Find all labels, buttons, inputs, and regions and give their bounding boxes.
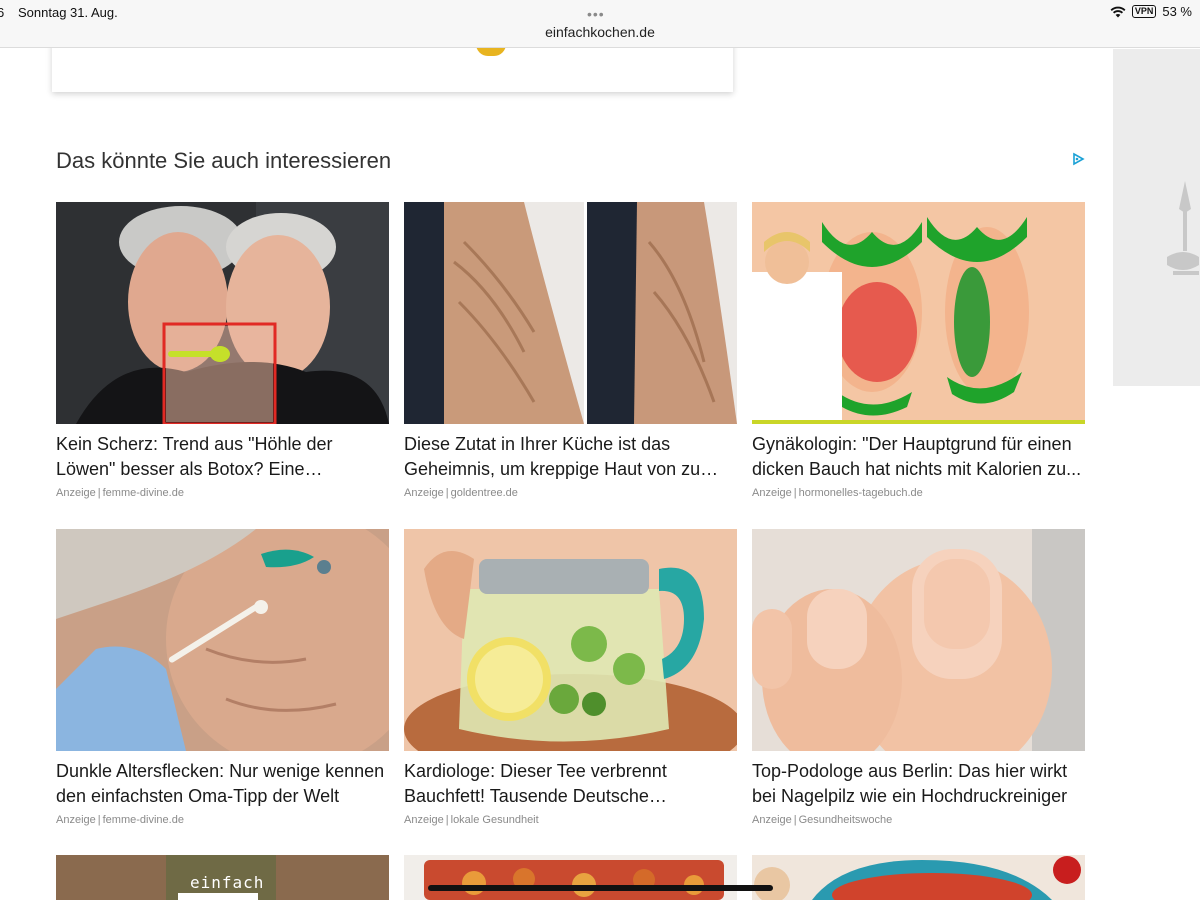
section-title: Das könnte Sie auch interessieren xyxy=(56,148,392,173)
article-image[interactable] xyxy=(752,202,1085,424)
battery-percentage: 53 % xyxy=(1162,4,1192,19)
article-source[interactable]: femme-divine.de xyxy=(103,814,184,826)
ad-label: Anzeige xyxy=(752,487,792,499)
article-image[interactable] xyxy=(56,529,389,751)
article-meta: Anzeige | hormonelles-tagebuch.de xyxy=(752,487,923,499)
article-meta: Anzeige | goldentree.de xyxy=(404,487,518,499)
wifi-icon xyxy=(1110,6,1126,17)
article-image[interactable] xyxy=(404,855,737,900)
article-meta: Anzeige | lokale Gesundheit xyxy=(404,814,539,826)
article-image[interactable] xyxy=(404,529,737,751)
article-source[interactable]: goldentree.de xyxy=(451,487,518,499)
article-card[interactable]: Diese Zutat in Ihrer Küche ist das Gehei… xyxy=(404,202,737,499)
home-indicator[interactable] xyxy=(428,885,773,891)
article-title[interactable]: Kein Scherz: Trend aus "Höhle der Löwen"… xyxy=(56,432,389,482)
article-image[interactable] xyxy=(752,529,1085,751)
vpn-badge: VPN xyxy=(1131,5,1157,18)
page: 6 Sonntag 31. Aug. ••• einfachkochen.de … xyxy=(0,0,1200,900)
article-card[interactable]: Gynäkologin: "Der Hauptgrund für einen d… xyxy=(752,202,1085,499)
image-caption-text: einfach xyxy=(190,873,265,892)
article-image[interactable] xyxy=(404,202,737,424)
status-time: 6 xyxy=(0,5,5,20)
article-image[interactable] xyxy=(56,202,389,424)
article-title[interactable]: Gynäkologin: "Der Hauptgrund für einen d… xyxy=(752,432,1085,482)
status-bar: 6 Sonntag 31. Aug. ••• einfachkochen.de … xyxy=(0,0,1200,48)
article-source[interactable]: lokale Gesundheit xyxy=(451,814,539,826)
article-card-partial[interactable]: einfach xyxy=(56,855,389,900)
status-date: Sonntag 31. Aug. xyxy=(18,5,118,20)
article-card[interactable]: Dunkle Altersflecken: Nur wenige kennen … xyxy=(56,529,389,826)
tab-more-dots-icon[interactable]: ••• xyxy=(587,6,605,22)
article-card[interactable]: Top-Podologe aus Berlin: Das hier wirkt … xyxy=(752,529,1085,826)
article-card[interactable]: Kardiologe: Dieser Tee verbrennt Bauchfe… xyxy=(404,529,737,826)
ad-label: Anzeige xyxy=(404,814,444,826)
sidebar-ad[interactable] xyxy=(1113,49,1200,386)
article-image[interactable] xyxy=(752,855,1085,900)
article-title[interactable]: Dunkle Altersflecken: Nur wenige kennen … xyxy=(56,759,389,809)
article-source[interactable]: Gesundheitswoche xyxy=(799,814,893,826)
ad-label: Anzeige xyxy=(56,814,96,826)
article-source[interactable]: femme-divine.de xyxy=(103,487,184,499)
article-title[interactable]: Top-Podologe aus Berlin: Das hier wirkt … xyxy=(752,759,1085,809)
article-title[interactable]: Diese Zutat in Ihrer Küche ist das Gehei… xyxy=(404,432,737,482)
article-source[interactable]: hormonelles-tagebuch.de xyxy=(799,487,923,499)
article-card-partial[interactable] xyxy=(404,855,737,900)
ad-label: Anzeige xyxy=(56,487,96,499)
cooking-utensils-icon xyxy=(1167,181,1199,275)
article-title[interactable]: Kardiologe: Dieser Tee verbrennt Bauchfe… xyxy=(404,759,737,809)
adchoices-icon[interactable] xyxy=(1071,152,1085,166)
status-right: VPN 53 % xyxy=(1110,4,1192,19)
article-card[interactable]: Kein Scherz: Trend aus "Höhle der Löwen"… xyxy=(56,202,389,499)
ad-label: Anzeige xyxy=(752,814,792,826)
article-meta: Anzeige | femme-divine.de xyxy=(56,487,184,499)
ad-label: Anzeige xyxy=(404,487,444,499)
article-card-partial[interactable] xyxy=(752,855,1085,900)
address-bar-url[interactable]: einfachkochen.de xyxy=(0,24,1200,40)
article-meta: Anzeige | femme-divine.de xyxy=(56,814,184,826)
article-meta: Anzeige | Gesundheitswoche xyxy=(752,814,893,826)
